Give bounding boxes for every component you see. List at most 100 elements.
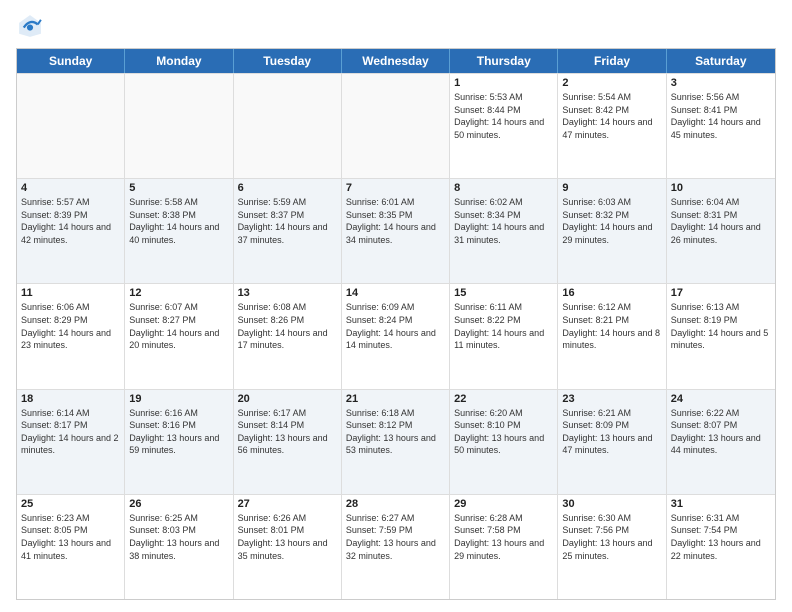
calendar-row-2: 4Sunrise: 5:57 AMSunset: 8:39 PMDaylight… <box>17 178 775 283</box>
day-number: 17 <box>671 287 771 299</box>
calendar-cell: 6 Sunrise: 5:59 AMSunset: 8:37 PMDaylight… <box>234 179 342 283</box>
cell-info: Sunrise: 5:58 AMSunset: 8:38 PMDaylight:… <box>129 196 228 246</box>
header-day-sunday: Sunday <box>17 49 125 73</box>
cell-info: Sunrise: 6:09 AMSunset: 8:24 PMDaylight:… <box>346 301 445 351</box>
calendar-row-1: 1 Sunrise: 5:53 AMSunset: 8:44 PMDaylight… <box>17 73 775 178</box>
cell-info: Sunrise: 6:26 AMSunset: 8:01 PMDaylight:… <box>238 512 337 562</box>
cell-info: Sunrise: 5:53 AMSunset: 8:44 PMDaylight:… <box>454 91 553 141</box>
cell-info: Sunrise: 5:56 AMSunset: 8:41 PMDaylight:… <box>671 91 771 141</box>
header-day-thursday: Thursday <box>450 49 558 73</box>
day-number: 11 <box>21 287 120 299</box>
day-number: 28 <box>346 498 445 510</box>
day-number: 15 <box>454 287 553 299</box>
logo-icon <box>16 12 44 40</box>
day-number: 31 <box>671 498 771 510</box>
cell-info: Sunrise: 5:54 AMSunset: 8:42 PMDaylight:… <box>562 91 661 141</box>
day-number: 30 <box>562 498 661 510</box>
calendar-cell: 20 Sunrise: 6:17 AMSunset: 8:14 PMDayligh… <box>234 390 342 494</box>
header-day-tuesday: Tuesday <box>234 49 342 73</box>
header-day-friday: Friday <box>558 49 666 73</box>
cell-info: Sunrise: 6:30 AMSunset: 7:56 PMDaylight:… <box>562 512 661 562</box>
cell-info: Sunrise: 6:08 AMSunset: 8:26 PMDaylight:… <box>238 301 337 351</box>
day-number: 8 <box>454 182 553 194</box>
calendar-cell: 26 Sunrise: 6:25 AMSunset: 8:03 PMDayligh… <box>125 495 233 599</box>
cell-info: Sunrise: 6:17 AMSunset: 8:14 PMDaylight:… <box>238 407 337 457</box>
day-number: 27 <box>238 498 337 510</box>
day-number: 19 <box>129 393 228 405</box>
calendar-cell: 10Sunrise: 6:04 AMSunset: 8:31 PMDayligh… <box>667 179 775 283</box>
calendar-cell: 21 Sunrise: 6:18 AMSunset: 8:12 PMDayligh… <box>342 390 450 494</box>
calendar-cell: 15 Sunrise: 6:11 AMSunset: 8:22 PMDayligh… <box>450 284 558 388</box>
calendar-cell: 28 Sunrise: 6:27 AMSunset: 7:59 PMDayligh… <box>342 495 450 599</box>
calendar-cell: 29Sunrise: 6:28 AMSunset: 7:58 PMDayligh… <box>450 495 558 599</box>
day-number: 12 <box>129 287 228 299</box>
header-day-saturday: Saturday <box>667 49 775 73</box>
cell-info: Sunrise: 5:59 AMSunset: 8:37 PMDaylight:… <box>238 196 337 246</box>
cell-info: Sunrise: 6:22 AMSunset: 8:07 PMDaylight:… <box>671 407 771 457</box>
day-number: 18 <box>21 393 120 405</box>
calendar-cell: 31 Sunrise: 6:31 AMSunset: 7:54 PMDayligh… <box>667 495 775 599</box>
calendar-row-5: 25 Sunrise: 6:23 AMSunset: 8:05 PMDayligh… <box>17 494 775 599</box>
day-number: 20 <box>238 393 337 405</box>
cell-info: Sunrise: 6:27 AMSunset: 7:59 PMDaylight:… <box>346 512 445 562</box>
calendar-cell: 27 Sunrise: 6:26 AMSunset: 8:01 PMDayligh… <box>234 495 342 599</box>
calendar-cell: 16 Sunrise: 6:12 AMSunset: 8:21 PMDayligh… <box>558 284 666 388</box>
calendar-cell: 2 Sunrise: 5:54 AMSunset: 8:42 PMDaylight… <box>558 74 666 178</box>
calendar-cell: 19 Sunrise: 6:16 AMSunset: 8:16 PMDayligh… <box>125 390 233 494</box>
day-number: 25 <box>21 498 120 510</box>
calendar-cell: 22Sunrise: 6:20 AMSunset: 8:10 PMDayligh… <box>450 390 558 494</box>
cell-info: Sunrise: 6:02 AMSunset: 8:34 PMDaylight:… <box>454 196 553 246</box>
cell-info: Sunrise: 6:18 AMSunset: 8:12 PMDaylight:… <box>346 407 445 457</box>
day-number: 24 <box>671 393 771 405</box>
calendar-cell: 7Sunrise: 6:01 AMSunset: 8:35 PMDaylight… <box>342 179 450 283</box>
cell-info: Sunrise: 6:11 AMSunset: 8:22 PMDaylight:… <box>454 301 553 351</box>
calendar-cell: 30 Sunrise: 6:30 AMSunset: 7:56 PMDayligh… <box>558 495 666 599</box>
logo <box>16 12 46 40</box>
calendar-cell: 5 Sunrise: 5:58 AMSunset: 8:38 PMDaylight… <box>125 179 233 283</box>
day-number: 5 <box>129 182 228 194</box>
calendar-cell: 12Sunrise: 6:07 AMSunset: 8:27 PMDayligh… <box>125 284 233 388</box>
calendar-cell: 13 Sunrise: 6:08 AMSunset: 8:26 PMDayligh… <box>234 284 342 388</box>
cell-info: Sunrise: 6:16 AMSunset: 8:16 PMDaylight:… <box>129 407 228 457</box>
calendar-cell: 25 Sunrise: 6:23 AMSunset: 8:05 PMDayligh… <box>17 495 125 599</box>
day-number: 2 <box>562 77 661 89</box>
calendar-cell: 11 Sunrise: 6:06 AMSunset: 8:29 PMDayligh… <box>17 284 125 388</box>
cell-info: Sunrise: 6:12 AMSunset: 8:21 PMDaylight:… <box>562 301 661 351</box>
day-number: 26 <box>129 498 228 510</box>
day-number: 6 <box>238 182 337 194</box>
cell-info: Sunrise: 6:03 AMSunset: 8:32 PMDaylight:… <box>562 196 661 246</box>
day-number: 23 <box>562 393 661 405</box>
day-number: 10 <box>671 182 771 194</box>
calendar-header: SundayMondayTuesdayWednesdayThursdayFrid… <box>17 49 775 73</box>
calendar-cell: 14 Sunrise: 6:09 AMSunset: 8:24 PMDayligh… <box>342 284 450 388</box>
day-number: 4 <box>21 182 120 194</box>
cell-info: Sunrise: 6:14 AMSunset: 8:17 PMDaylight:… <box>21 407 120 457</box>
day-number: 1 <box>454 77 553 89</box>
cell-info: Sunrise: 6:13 AMSunset: 8:19 PMDaylight:… <box>671 301 771 351</box>
day-number: 13 <box>238 287 337 299</box>
cell-info: Sunrise: 6:31 AMSunset: 7:54 PMDaylight:… <box>671 512 771 562</box>
calendar-cell: 18 Sunrise: 6:14 AMSunset: 8:17 PMDayligh… <box>17 390 125 494</box>
cell-info: Sunrise: 6:21 AMSunset: 8:09 PMDaylight:… <box>562 407 661 457</box>
calendar-cell: 9 Sunrise: 6:03 AMSunset: 8:32 PMDaylight… <box>558 179 666 283</box>
calendar-body: 1 Sunrise: 5:53 AMSunset: 8:44 PMDaylight… <box>17 73 775 599</box>
cell-info: Sunrise: 6:23 AMSunset: 8:05 PMDaylight:… <box>21 512 120 562</box>
day-number: 21 <box>346 393 445 405</box>
cell-info: Sunrise: 6:25 AMSunset: 8:03 PMDaylight:… <box>129 512 228 562</box>
calendar-cell <box>234 74 342 178</box>
day-number: 7 <box>346 182 445 194</box>
calendar-cell <box>17 74 125 178</box>
cell-info: Sunrise: 6:06 AMSunset: 8:29 PMDaylight:… <box>21 301 120 351</box>
calendar-cell <box>125 74 233 178</box>
day-number: 3 <box>671 77 771 89</box>
day-number: 14 <box>346 287 445 299</box>
day-number: 16 <box>562 287 661 299</box>
day-number: 9 <box>562 182 661 194</box>
calendar-cell: 4Sunrise: 5:57 AMSunset: 8:39 PMDaylight… <box>17 179 125 283</box>
calendar: SundayMondayTuesdayWednesdayThursdayFrid… <box>16 48 776 600</box>
calendar-cell: 1 Sunrise: 5:53 AMSunset: 8:44 PMDaylight… <box>450 74 558 178</box>
cell-info: Sunrise: 6:28 AMSunset: 7:58 PMDaylight:… <box>454 512 553 562</box>
calendar-cell: 23 Sunrise: 6:21 AMSunset: 8:09 PMDayligh… <box>558 390 666 494</box>
calendar-row-4: 18 Sunrise: 6:14 AMSunset: 8:17 PMDayligh… <box>17 389 775 494</box>
calendar-cell: 24 Sunrise: 6:22 AMSunset: 8:07 PMDayligh… <box>667 390 775 494</box>
